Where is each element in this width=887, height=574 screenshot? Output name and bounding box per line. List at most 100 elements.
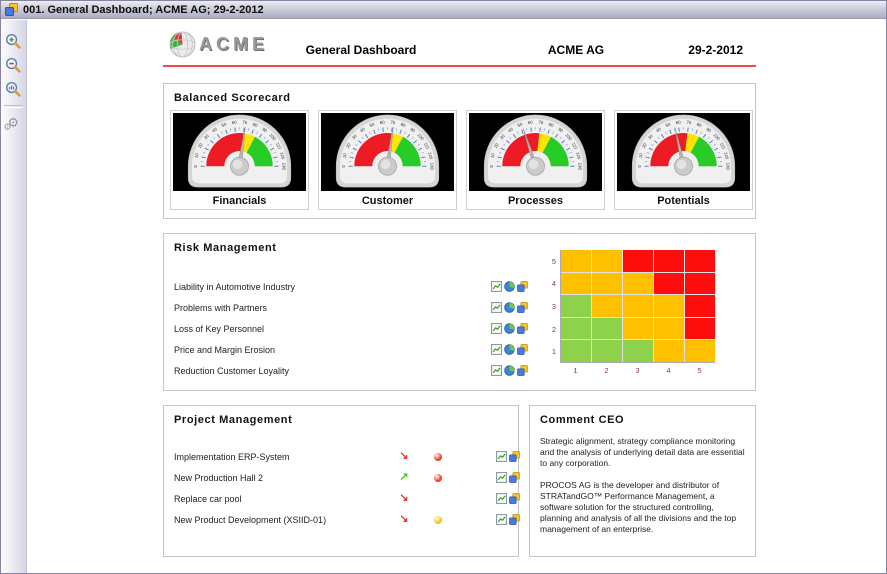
risk-item-label: Problems with Partners: [174, 303, 267, 313]
risk-item-row: Loss of Key Personnel: [174, 324, 264, 336]
header-divider: [163, 65, 756, 67]
comment-paragraph: Strategic alignment, strategy compliance…: [540, 436, 746, 469]
project-item-label: New Production Hall 2: [174, 473, 263, 483]
cascade-windows-icon[interactable]: [509, 472, 520, 483]
zoom-100-icon: [5, 81, 22, 98]
chart-icon[interactable]: [491, 302, 502, 313]
risk-matrix-cell: [654, 295, 684, 317]
chart-icon[interactable]: [491, 344, 502, 355]
chart-icon[interactable]: [496, 493, 507, 504]
toolbar-separator: [4, 105, 23, 108]
cascade-windows-icon[interactable]: [509, 493, 520, 504]
gauge-caption: Processes: [467, 195, 604, 207]
project-item-row: Implementation ERP-System ↘: [174, 452, 290, 464]
risk-matrix-cell: [685, 273, 715, 295]
risk-matrix-cell: [561, 318, 591, 340]
risk-matrix-cell: [561, 295, 591, 317]
section-project-management: Project Management Implementation ERP-Sy…: [163, 405, 519, 557]
risk-matrix-cell: [654, 318, 684, 340]
chart-icon[interactable]: [491, 365, 502, 376]
cascade-windows-icon[interactable]: [517, 344, 528, 355]
trend-down-icon: ↘: [398, 512, 410, 525]
svg-text:130: 130: [725, 163, 730, 171]
risk-item-row: Liability in Automotive Industry: [174, 282, 295, 294]
gauge-card-customer[interactable]: 0102030405060708090100110120130 Customer: [318, 110, 457, 210]
risk-matrix-cell: [654, 250, 684, 272]
svg-text:130: 130: [577, 163, 582, 171]
status-red-indicator: [434, 474, 442, 482]
pie-chart-icon[interactable]: [504, 302, 515, 313]
cascade-windows-icon[interactable]: [517, 302, 528, 313]
gauge-card-financials[interactable]: 0102030405060708090100110120130 Financia…: [170, 110, 309, 210]
left-toolbar: ⚙⚙: [1, 20, 27, 574]
zoom-in-button[interactable]: [3, 30, 25, 52]
gauge-card-potentials[interactable]: 0102030405060708090100110120130 Potentia…: [614, 110, 753, 210]
section-risk-management: Risk Management Liability in Automotive …: [163, 233, 756, 391]
risk-matrix-cell: [623, 250, 653, 272]
app-window: 001. General Dashboard; ACME AG; 29-2-20…: [0, 0, 887, 574]
cascade-windows-icon[interactable]: [517, 281, 528, 292]
zoom-in-icon: [5, 33, 22, 50]
pie-chart-icon[interactable]: [504, 281, 515, 292]
risk-matrix-y-axis: 54321: [542, 250, 556, 363]
chart-icon[interactable]: [491, 323, 502, 334]
settings-button[interactable]: ⚙⚙: [3, 113, 25, 135]
risk-matrix-cell: [592, 250, 622, 272]
risk-matrix-cell: [592, 273, 622, 295]
risk-matrix-cell: [685, 340, 715, 362]
chart-icon[interactable]: [496, 472, 507, 483]
risk-matrix-cell: [592, 295, 622, 317]
section-title: Risk Management: [174, 242, 277, 254]
cascade-windows-icon: [5, 3, 18, 16]
chart-icon[interactable]: [491, 281, 502, 292]
cascade-windows-icon[interactable]: [509, 451, 520, 462]
pie-chart-icon[interactable]: [504, 344, 515, 355]
risk-matrix-cell: [561, 250, 591, 272]
risk-item-label: Liability in Automotive Industry: [174, 282, 295, 292]
status-yellow-indicator: [434, 516, 442, 524]
section-balanced-scorecard: Balanced Scorecard 010203040506070809010…: [163, 83, 756, 219]
risk-matrix-chart: [560, 250, 715, 363]
project-item-row: Replace car pool ↘: [174, 494, 242, 506]
chart-icon[interactable]: [496, 514, 507, 525]
risk-matrix-cell: [623, 318, 653, 340]
risk-matrix-cell: [623, 340, 653, 362]
project-item-row: New Production Hall 2 ↗: [174, 473, 263, 485]
section-title: Project Management: [174, 414, 292, 426]
cascade-windows-icon[interactable]: [509, 514, 520, 525]
pie-chart-icon[interactable]: [504, 365, 515, 376]
risk-matrix-cell: [685, 250, 715, 272]
company-name: ACME AG: [521, 43, 631, 57]
risk-matrix-cell: [623, 295, 653, 317]
cascade-windows-icon[interactable]: [517, 323, 528, 334]
pie-chart-icon[interactable]: [504, 323, 515, 334]
risk-matrix-x-axis: 12345: [560, 366, 715, 376]
project-item-label: New Product Development (XSIID-01): [174, 515, 326, 525]
chart-icon[interactable]: [496, 451, 507, 462]
risk-matrix-cell: [654, 273, 684, 295]
gauge-caption: Financials: [171, 195, 308, 207]
logo-text: ACME: [199, 34, 268, 55]
section-comment-ceo: Comment CEO Strategic alignment, strateg…: [529, 405, 756, 557]
risk-matrix-cell: [685, 295, 715, 317]
gauge-card-processes[interactable]: 0102030405060708090100110120130 Processe…: [466, 110, 605, 210]
page-title: General Dashboard: [281, 43, 441, 57]
gauge-caption: Customer: [319, 195, 456, 207]
trend-up-icon: ↗: [398, 470, 410, 483]
risk-item-label: Loss of Key Personnel: [174, 324, 264, 334]
svg-text:130: 130: [429, 163, 434, 171]
project-item-label: Implementation ERP-System: [174, 452, 290, 462]
risk-matrix-cell: [654, 340, 684, 362]
window-titlebar[interactable]: 001. General Dashboard; ACME AG; 29-2-20…: [1, 1, 886, 19]
project-item-row: New Product Development (XSIID-01) ↘: [174, 515, 326, 527]
risk-matrix-cell: [592, 318, 622, 340]
risk-item-label: Price and Margin Erosion: [174, 345, 275, 355]
svg-text:130: 130: [281, 163, 286, 171]
ceo-comment-text: Strategic alignment, strategy compliance…: [540, 436, 746, 546]
zoom-out-button[interactable]: [3, 54, 25, 76]
risk-matrix-cell: [592, 340, 622, 362]
financials-gauge-chart: 0102030405060708090100110120130: [173, 113, 306, 191]
zoom-100-button[interactable]: [3, 78, 25, 100]
cascade-windows-icon[interactable]: [517, 365, 528, 376]
gears-icon: ⚙⚙: [5, 115, 23, 133]
